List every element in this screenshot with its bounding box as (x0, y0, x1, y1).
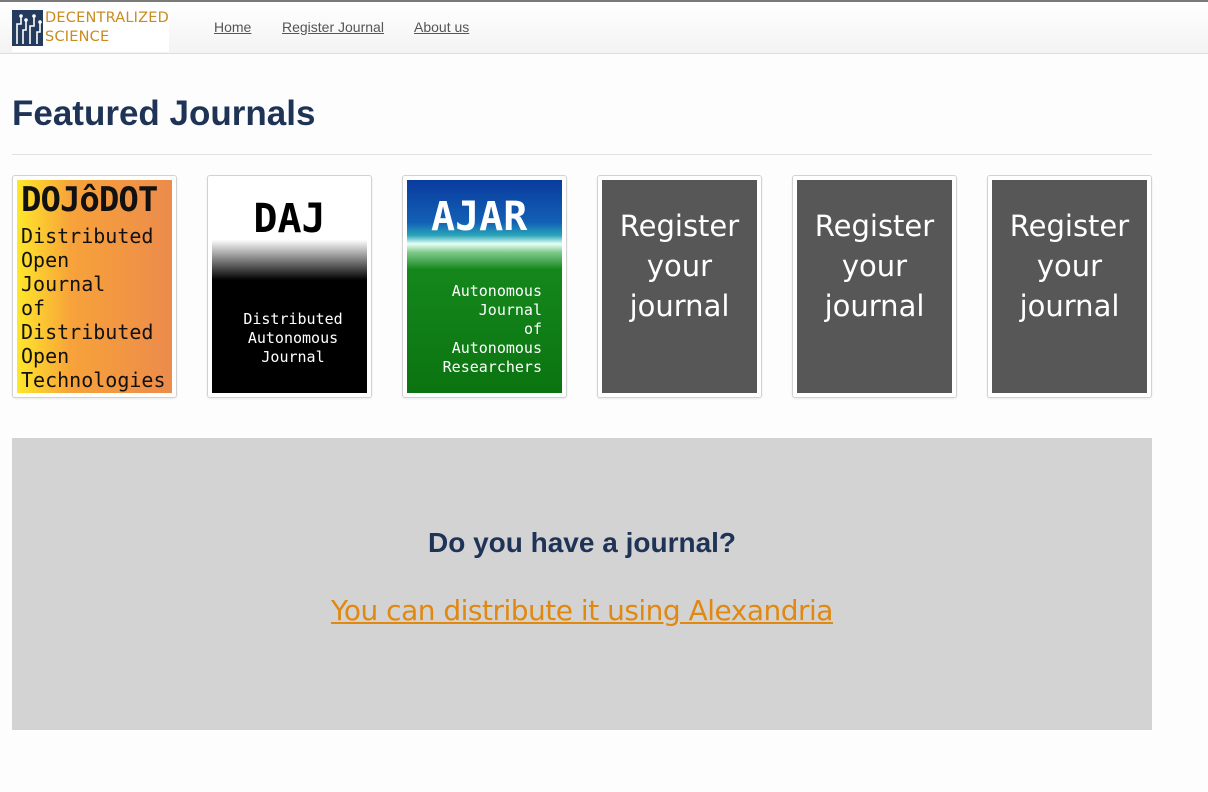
circuit-logo-icon (12, 10, 44, 46)
journal-card-daj[interactable]: DAJ Distributed Autonomous Journal (207, 175, 372, 398)
journal-subtitle: Distributed Open Journal of Distributed … (21, 224, 166, 392)
register-journal-card[interactable]: Register your journal (597, 175, 762, 398)
logo-line-1: DECENTRALIZED (45, 10, 169, 26)
journal-cover-ajar: AJAR Autonomous Journal of Autonomous Re… (407, 180, 562, 393)
register-journal-cover: Register your journal (797, 180, 952, 393)
journal-subtitle: Distributed Autonomous Journal (243, 310, 343, 366)
journal-card-ajar[interactable]: AJAR Autonomous Journal of Autonomous Re… (402, 175, 567, 398)
register-journal-card[interactable]: Register your journal (792, 175, 957, 398)
divider (12, 154, 1152, 155)
journal-subtitle: Autonomous Journal of Autonomous Researc… (442, 282, 542, 376)
cta-panel: Do you have a journal? You can distribut… (12, 438, 1152, 730)
journal-title: DOJôDOT (21, 180, 158, 220)
site-logo[interactable]: DECENTRALIZED SCIENCE (12, 4, 169, 52)
cta-title: Do you have a journal? (427, 527, 737, 558)
journal-cover-dojodot: DOJôDOT Distributed Open Journal of Dist… (17, 180, 172, 393)
navbar: DECENTRALIZED SCIENCE Home Register Jour… (0, 2, 1208, 54)
journal-cover-daj: DAJ Distributed Autonomous Journal (212, 180, 367, 393)
register-journal-cover: Register your journal (992, 180, 1147, 393)
register-journal-card[interactable]: Register your journal (987, 175, 1152, 398)
nav-home-link[interactable]: Home (214, 19, 251, 35)
nav-about-us-link[interactable]: About us (414, 19, 469, 35)
register-journal-label: Register your journal (1009, 209, 1130, 323)
register-journal-label: Register your journal (814, 209, 935, 323)
register-journal-label: Register your journal (619, 209, 740, 323)
alexandria-link[interactable]: You can distribute it using Alexandria (331, 594, 833, 627)
logo-wordmark: DECENTRALIZED SCIENCE (45, 9, 169, 47)
journal-title: DAJ (253, 196, 326, 242)
journal-card-dojodot[interactable]: DOJôDOT Distributed Open Journal of Dist… (12, 175, 177, 398)
nav-register-journal-link[interactable]: Register Journal (282, 19, 384, 35)
page-title: Featured Journals (12, 94, 316, 133)
journal-title: AJAR (431, 194, 528, 240)
logo-line-2: SCIENCE (45, 29, 110, 45)
register-journal-cover: Register your journal (602, 180, 757, 393)
